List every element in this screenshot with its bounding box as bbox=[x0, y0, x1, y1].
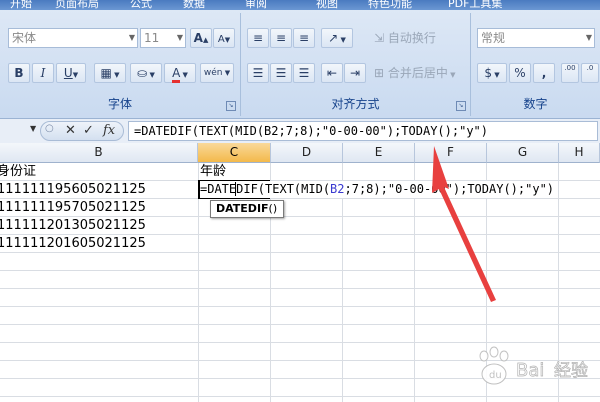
baidu-jingyan-watermark-icon: du Bai 经验 bbox=[479, 346, 588, 385]
annotation-arrow-icon bbox=[432, 146, 496, 302]
svg-text:Bai: Bai bbox=[516, 360, 544, 381]
svg-text:经验: 经验 bbox=[554, 361, 588, 381]
svg-text:du: du bbox=[489, 370, 502, 381]
